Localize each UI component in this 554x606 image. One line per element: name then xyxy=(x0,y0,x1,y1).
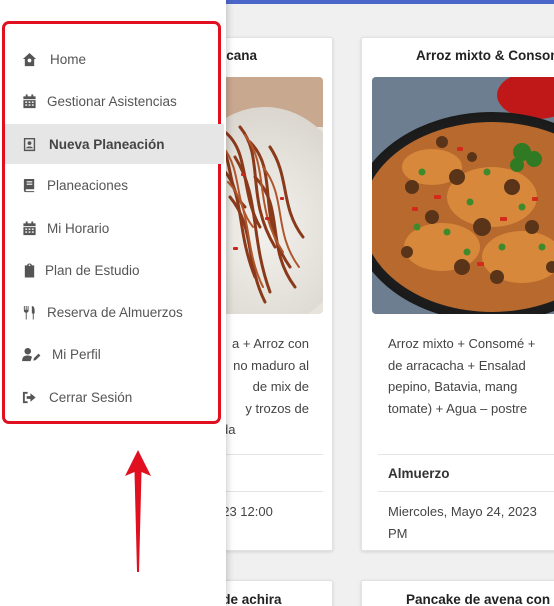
desc-line: de arracacha + Ensalad xyxy=(388,357,526,373)
sign-out-icon xyxy=(21,389,37,405)
card-title: Arroz mixto & Consom xyxy=(416,48,554,63)
sidebar-item-label: Gestionar Asistencias xyxy=(47,93,177,109)
food-image xyxy=(372,77,554,314)
sidebar-item-nueva-planeacion[interactable]: Nueva Planeación xyxy=(5,124,224,164)
sidebar-item-label: Planeaciones xyxy=(47,177,129,193)
sidebar-item-label: Cerrar Sesión xyxy=(49,389,133,405)
card-title: Pancake de avena con fr xyxy=(406,592,554,606)
desc-line: pepino, Batavia, mang xyxy=(388,379,518,394)
desc-line: de mix de xyxy=(252,379,309,394)
divider xyxy=(215,491,323,492)
sidebar-item-mi-perfil[interactable]: Mi Perfil xyxy=(5,334,224,374)
sidebar-item-label: Nueva Planeación xyxy=(49,136,165,152)
sidebar-item-plan-de-estudio[interactable]: Plan de Estudio xyxy=(5,250,224,290)
pointer-arrow-icon xyxy=(125,450,151,572)
sidebar-item-gestionar-asistencias[interactable]: Gestionar Asistencias xyxy=(5,81,224,121)
sidebar-item-mi-horario[interactable]: Mi Horario xyxy=(5,208,224,248)
home-icon xyxy=(21,51,37,67)
utensils-icon xyxy=(21,304,37,320)
desc-line: a + Arroz con xyxy=(232,336,309,351)
date-line: Miercoles, Mayo 24, 2023 xyxy=(388,504,537,519)
sidebar-item-cerrar-sesion[interactable]: Cerrar Sesión xyxy=(5,377,224,417)
sidebar-item-planeaciones[interactable]: Planeaciones xyxy=(5,165,224,205)
sidebar-item-home[interactable]: Home xyxy=(5,39,224,79)
sidebar: Home Gestionar Asistencias Nueva Planeac… xyxy=(0,0,226,606)
date-line: PM xyxy=(388,525,408,541)
card-description: a + Arroz con no maduro al de mix de y t… xyxy=(215,333,309,441)
calendar-icon xyxy=(21,93,37,109)
sidebar-item-label: Mi Perfil xyxy=(52,346,101,362)
lunch-card[interactable]: xicana a + Arroz con no maduro al de mix… xyxy=(214,37,333,551)
desc-line: da xyxy=(221,422,236,437)
calendar-icon xyxy=(21,220,37,236)
id-card-icon xyxy=(21,136,37,152)
meal-type: Almuerzo xyxy=(388,466,450,481)
sidebar-item-label: Mi Horario xyxy=(47,220,110,236)
desc-line: no maduro al xyxy=(233,357,309,373)
book-icon xyxy=(21,177,37,193)
desc-line: Arroz mixto + Consomé + xyxy=(388,336,536,351)
card-date: Miercoles, Mayo 24, 2023 PM xyxy=(388,501,554,544)
desc-line: y trozos de xyxy=(245,400,309,416)
divider xyxy=(378,454,554,455)
card-description: Arroz mixto + Consomé + de arracacha + E… xyxy=(388,333,554,419)
sidebar-menu: Home Gestionar Asistencias Nueva Planeac… xyxy=(2,21,224,424)
user-edit-icon xyxy=(21,346,41,362)
clipboard-icon xyxy=(21,262,37,278)
sidebar-item-label: Reserva de Almuerzos xyxy=(47,304,183,320)
lunch-card[interactable]: a de achira xyxy=(214,580,333,606)
divider xyxy=(378,491,554,492)
divider xyxy=(215,454,323,455)
sidebar-item-reserva-de-almuerzos[interactable]: Reserva de Almuerzos xyxy=(5,292,224,332)
sidebar-item-label: Home xyxy=(50,51,87,67)
desc-line: tomate) + Agua – postre xyxy=(388,400,528,416)
sidebar-item-label: Plan de Estudio xyxy=(45,262,140,278)
food-image xyxy=(215,77,323,314)
lunch-card[interactable]: Arroz mixto & Consom Arroz mixto + Conso… xyxy=(361,37,554,551)
lunch-card[interactable]: Pancake de avena con fr xyxy=(361,580,554,606)
